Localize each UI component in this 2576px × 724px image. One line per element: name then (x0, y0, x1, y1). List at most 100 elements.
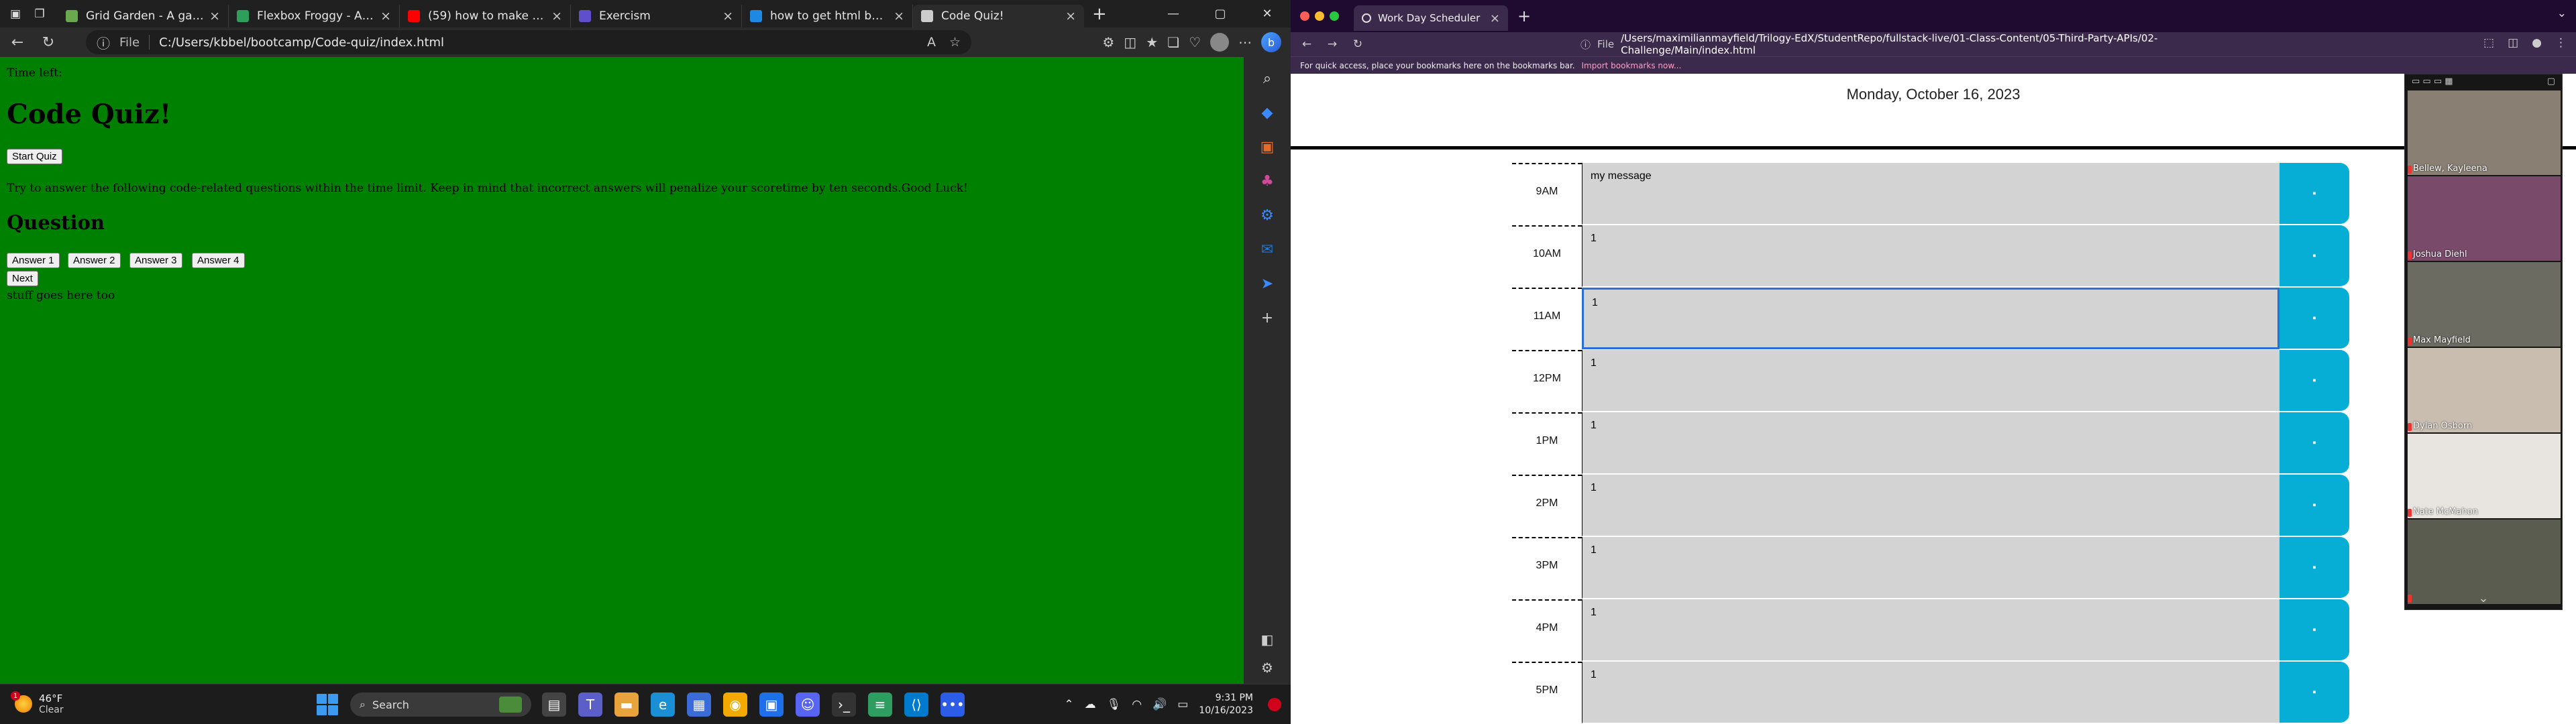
send-icon[interactable]: ➤ (1254, 270, 1281, 297)
tab-close-icon[interactable]: × (209, 9, 220, 23)
add-icon[interactable]: + (1254, 304, 1281, 331)
discord-icon[interactable]: ☺ (796, 692, 820, 717)
save-button[interactable]: ▪ (2279, 537, 2349, 599)
close-icon[interactable]: ✕ (1244, 0, 1291, 27)
event-textarea[interactable]: 1 (1582, 599, 2279, 661)
start-icon[interactable] (317, 694, 338, 715)
refresh-icon[interactable]: ↻ (35, 29, 62, 56)
tag-icon[interactable]: ◆ (1254, 99, 1281, 126)
zoom-app-icon[interactable]: ▣ (759, 692, 784, 717)
browser-tab[interactable]: Flexbox Froggy - A game × (229, 4, 400, 27)
forward-icon[interactable]: → (1323, 38, 1342, 51)
workspaces-icon[interactable]: ▣ (7, 5, 24, 23)
event-textarea[interactable]: my message (1582, 163, 2279, 225)
favorite-star-icon[interactable]: ☆ (949, 35, 961, 50)
tab-actions-icon[interactable]: ❐ (31, 5, 48, 23)
maximize-icon[interactable]: ▢ (1197, 0, 1244, 27)
mic-icon[interactable]: 🎙 (1107, 698, 1122, 711)
event-textarea[interactable]: 1 (1582, 475, 2279, 536)
reload-icon[interactable]: ↻ (1348, 38, 1367, 51)
tab-close-icon[interactable]: × (1065, 9, 1076, 23)
performance-icon[interactable]: ♡ (1189, 34, 1201, 50)
chevron-down-icon[interactable]: ⌄ (2557, 7, 2567, 20)
weather-widget[interactable]: 1 46°F Clear (11, 691, 64, 715)
browser-tab[interactable]: Exercism × (571, 4, 742, 27)
read-aloud-icon[interactable]: A (927, 35, 936, 50)
info-icon[interactable]: ⓘ (1580, 38, 1591, 52)
outlook-icon[interactable]: ✉ (1254, 236, 1281, 263)
hide-sidebar-icon[interactable]: ◧ (1261, 631, 1274, 648)
close-dot-icon[interactable] (1300, 11, 1309, 21)
save-button[interactable]: ▪ (2279, 475, 2349, 536)
back-icon[interactable]: ← (1297, 38, 1316, 51)
sidepanel-icon[interactable]: ◫ (2508, 36, 2518, 50)
save-button[interactable]: ▪ (2279, 662, 2349, 723)
settings-gear-icon[interactable]: ⚙ (1261, 660, 1273, 676)
collections-icon[interactable]: ❏ (1167, 34, 1179, 50)
volume-icon[interactable]: 🔊 (1152, 698, 1167, 711)
participant-video-tile[interactable]: Max Mayfield (2408, 262, 2561, 347)
profile-icon[interactable]: ● (2532, 36, 2542, 50)
info-icon[interactable]: ⓘ (97, 33, 110, 52)
participant-video-tile[interactable]: Joshua Diehl (2408, 176, 2561, 261)
event-textarea[interactable]: 1 (1582, 288, 2279, 349)
chevron-up-icon[interactable]: ⌃ (1064, 698, 1073, 711)
participant-video-tile[interactable]: Nate McMahon (2408, 434, 2561, 518)
event-textarea[interactable]: 1 (1582, 662, 2279, 723)
zoom-meeting-icon[interactable]: ••• (941, 692, 965, 717)
store-icon[interactable]: ▦ (687, 692, 711, 717)
address-bar[interactable]: ⓘ File C:/Users/kbbel/bootcamp/Code-quiz… (86, 30, 971, 54)
wifi-icon[interactable]: ◠ (1132, 698, 1142, 711)
extensions-icon[interactable]: ⚙ (1102, 34, 1114, 50)
task-view-icon[interactable]: ▤ (542, 692, 566, 717)
taskbar-search[interactable]: ⌕ Search (350, 692, 531, 717)
tab-close-icon[interactable]: × (894, 9, 904, 23)
participant-video-tile[interactable]: Dylan Osborn (2408, 348, 2561, 432)
edge-icon[interactable]: e (651, 692, 675, 717)
save-button[interactable]: ▪ (2279, 288, 2349, 349)
event-textarea[interactable]: 1 (1582, 537, 2279, 599)
tab-work-day-scheduler[interactable]: Work Day Scheduler × (1354, 5, 1508, 31)
tab-close-icon[interactable]: × (1490, 11, 1500, 25)
next-button[interactable]: Next (7, 271, 38, 286)
tab-close-icon[interactable]: × (551, 9, 562, 23)
profile-avatar[interactable] (1210, 33, 1229, 52)
participant-video-tile[interactable]: Bellew, Kayleena (2408, 90, 2561, 175)
start-quiz-button[interactable]: Start Quiz (7, 149, 62, 164)
tools-icon[interactable]: ⚙ (1254, 202, 1281, 229)
save-button[interactable]: ▪ (2279, 350, 2349, 412)
save-button[interactable]: ▪ (2279, 225, 2349, 287)
notification-icon[interactable] (1268, 698, 1281, 711)
minimize-dot-icon[interactable] (1315, 11, 1324, 21)
browser-tab[interactable]: how to get html backgrou × (742, 4, 913, 27)
tab-close-icon[interactable]: × (380, 9, 391, 23)
event-textarea[interactable]: 1 (1582, 225, 2279, 287)
event-textarea[interactable]: 1 (1582, 412, 2279, 474)
answer-2-button[interactable]: Answer 2 (68, 253, 121, 268)
notepad-icon[interactable]: ≡ (868, 692, 892, 717)
browser-tab[interactable]: (59) how to make a quiz a × (400, 4, 571, 27)
favorites-icon[interactable]: ★ (1146, 34, 1158, 50)
event-textarea[interactable]: 1 (1582, 350, 2279, 412)
clock[interactable]: 9:31 PM 10/16/2023 (1199, 692, 1253, 717)
zoom-dot-icon[interactable] (1330, 11, 1339, 21)
chevron-down-icon[interactable]: ⌄ (2405, 591, 2562, 605)
popout-icon[interactable]: ▢ (2547, 76, 2555, 86)
browser-tab[interactable]: Code Quiz! × (913, 4, 1084, 27)
onedrive-icon[interactable]: ☁ (1085, 698, 1096, 711)
back-icon[interactable]: ← (4, 29, 31, 56)
chrome-icon[interactable]: ◉ (723, 692, 747, 717)
save-button[interactable]: ▪ (2279, 599, 2349, 661)
minimize-icon[interactable]: — (1150, 0, 1197, 27)
answer-1-button[interactable]: Answer 1 (7, 253, 60, 268)
search-icon[interactable]: ⌕ (1254, 65, 1281, 92)
tab-close-icon[interactable]: × (722, 9, 733, 23)
save-button[interactable]: ▪ (2279, 163, 2349, 225)
games-icon[interactable]: ♣ (1254, 168, 1281, 194)
more-icon[interactable]: ⋯ (1238, 34, 1252, 50)
layout-icon[interactable]: ▭ ▭ ▭ ▦ (2412, 76, 2453, 86)
file-explorer-icon[interactable]: ▬ (614, 692, 639, 717)
battery-icon[interactable]: ▭ (1177, 698, 1188, 711)
new-tab-button[interactable]: + (1517, 7, 1531, 25)
answer-4-button[interactable]: Answer 4 (192, 253, 245, 268)
